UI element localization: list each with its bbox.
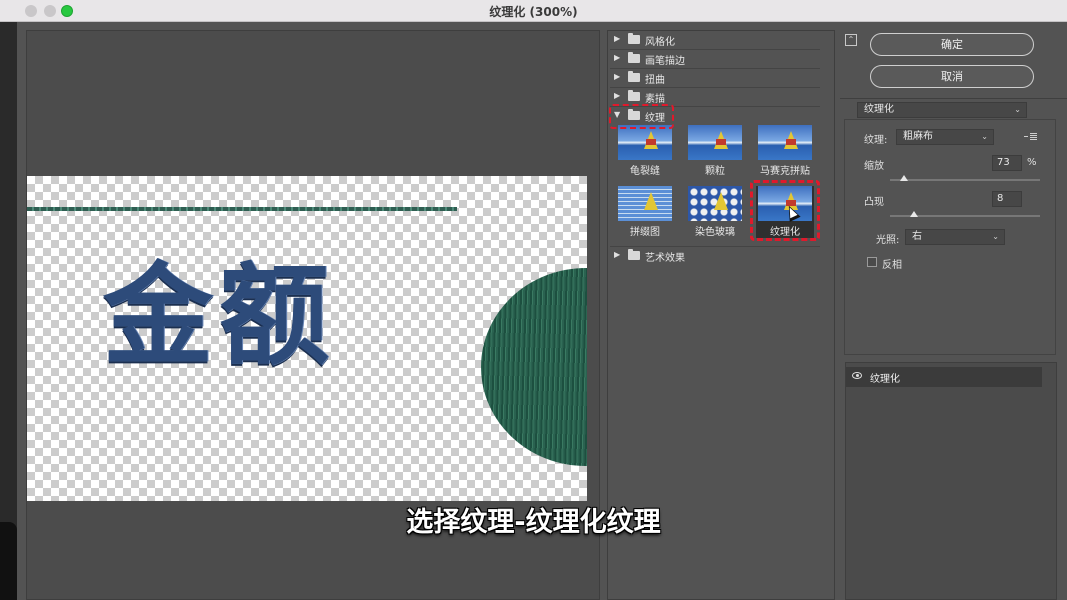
title-bar: 纹理化 (300%) <box>0 0 1067 22</box>
effect-layers-panel: 纹理化 <box>845 362 1057 600</box>
folder-icon <box>628 90 640 101</box>
scaling-label: 缩放 <box>864 161 884 172</box>
preview-canvas[interactable]: 金额 <box>27 176 587 501</box>
preview-sample-text: 金额 <box>103 252 335 380</box>
sailboat-icon <box>644 192 658 210</box>
filter-select-dropdown[interactable]: 纹理化 ⌄ <box>857 102 1027 118</box>
filter-label: 马赛克拼贴 <box>760 166 810 177</box>
folder-icon <box>628 71 640 82</box>
category-label: 风格化 <box>645 37 675 48</box>
folder-icon <box>628 52 640 63</box>
settings-panel: ⌃ 确定 取消 纹理化 ⌄ 纹理: 粗麻布 ⌄ 缩放 73 % 凸现 8 光照:… <box>840 22 1067 600</box>
light-label: 光照: <box>876 235 900 246</box>
chevron-down-icon: ⌄ <box>981 132 988 141</box>
relief-slider-knob[interactable] <box>910 211 918 217</box>
background-app-panel <box>0 522 17 600</box>
filter-label: 拼缀图 <box>630 227 660 238</box>
preview-area[interactable]: 金额 <box>26 30 600 600</box>
filter-mosaic-tiles[interactable]: 马赛克拼贴 <box>756 125 814 177</box>
collapse-panel-icon[interactable]: ⌃ <box>845 34 857 46</box>
filter-label: 染色玻璃 <box>695 227 735 238</box>
category-label: 艺术效果 <box>645 253 685 264</box>
chevron-down-icon: ⌄ <box>1014 105 1021 114</box>
triangle-right-icon: ▶ <box>614 91 621 100</box>
effect-layer-row[interactable]: 纹理化 <box>846 367 1042 387</box>
filter-thumbnail <box>618 125 672 160</box>
filter-patchwork[interactable]: 拼缀图 <box>616 186 674 238</box>
triangle-right-icon: ▶ <box>614 34 621 43</box>
sailboat-icon <box>714 192 728 210</box>
sail-stripe <box>646 139 656 145</box>
light-value: 右 <box>912 231 922 242</box>
chevron-down-icon: ⌄ <box>992 232 999 241</box>
scaling-slider-track[interactable] <box>890 179 1040 181</box>
category-label: 素描 <box>645 94 665 105</box>
filter-thumbnail <box>688 125 742 160</box>
filter-grain[interactable]: 颗粒 <box>686 125 744 177</box>
relief-label: 凸现 <box>864 197 884 208</box>
folder-icon <box>628 33 640 44</box>
filter-stained-glass[interactable]: 染色玻璃 <box>686 186 744 238</box>
ok-button[interactable]: 确定 <box>870 33 1034 56</box>
category-brush-strokes[interactable]: ▶ 画笔描边 <box>610 50 820 67</box>
scaling-unit: % <box>1027 157 1037 168</box>
dashed-line-graphic <box>27 207 457 211</box>
category-label: 扭曲 <box>645 75 665 86</box>
background-app-edge <box>0 22 17 600</box>
textured-circle-graphic <box>481 268 587 466</box>
light-dropdown[interactable]: 右 ⌄ <box>905 229 1005 245</box>
filter-label: 颗粒 <box>705 166 725 177</box>
filter-thumbnail <box>688 186 742 221</box>
sail-stripe <box>716 139 726 145</box>
category-distort[interactable]: ▶ 扭曲 <box>610 69 820 86</box>
scaling-slider-knob[interactable] <box>899 175 908 181</box>
relief-input[interactable]: 8 <box>992 191 1022 207</box>
window-title: 纹理化 (300%) <box>489 5 578 19</box>
triangle-right-icon: ▶ <box>614 250 621 259</box>
divider <box>840 98 1067 99</box>
folder-icon <box>628 249 640 260</box>
category-artistic[interactable]: ▶ 艺术效果 <box>610 247 820 264</box>
filter-label: 龟裂缝 <box>630 166 660 177</box>
filter-craquelure[interactable]: 龟裂缝 <box>616 125 674 177</box>
sail-stripe <box>786 139 796 145</box>
effect-layer-label: 纹理化 <box>870 374 900 385</box>
triangle-right-icon: ▶ <box>614 53 621 62</box>
eye-icon[interactable] <box>852 372 862 379</box>
texture-menu-icon[interactable] <box>1024 132 1038 142</box>
filter-thumbnail <box>758 125 812 160</box>
annotation-highlight-texture-category <box>609 104 674 129</box>
triangle-right-icon: ▶ <box>614 72 621 81</box>
invert-checkbox[interactable] <box>867 257 877 267</box>
texture-dropdown[interactable]: 粗麻布 ⌄ <box>896 129 994 145</box>
invert-label: 反相 <box>882 260 902 271</box>
category-label: 画笔描边 <box>645 56 685 67</box>
category-stylize[interactable]: ▶ 风格化 <box>610 31 820 48</box>
cancel-button[interactable]: 取消 <box>870 65 1034 88</box>
scaling-input[interactable]: 73 <box>992 155 1022 171</box>
texture-value: 粗麻布 <box>903 131 933 142</box>
filter-gallery-window: 纹理化 (300%) 金额 ▶ 风格化 ▶ 画笔描边 ▶ 扭曲 ▶ 素描 ▼ 纹… <box>0 0 1067 600</box>
category-sketch[interactable]: ▶ 素描 <box>610 88 820 105</box>
filter-thumbnail <box>618 186 672 221</box>
filter-select-value: 纹理化 <box>864 104 894 115</box>
texture-label: 纹理: <box>864 135 888 146</box>
